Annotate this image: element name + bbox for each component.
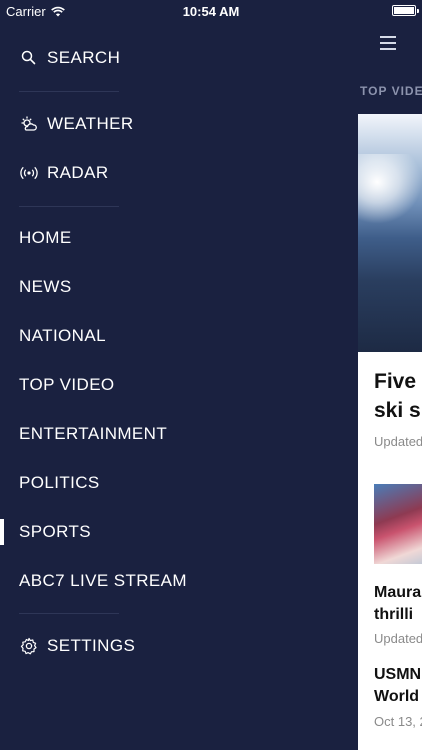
article-headline[interactable]: Five xyxy=(374,368,416,395)
article-meta: Oct 13, 2 xyxy=(374,714,422,729)
tab-top-video[interactable]: TOP VIDE xyxy=(360,84,422,98)
menu-item-label: NATIONAL xyxy=(19,326,106,345)
menu-item-label: SETTINGS xyxy=(47,636,136,655)
menu-item-label: TOP VIDEO xyxy=(19,375,115,394)
menu-divider xyxy=(19,91,119,92)
menu-item-label: SEARCH xyxy=(47,48,121,67)
battery-icon xyxy=(392,5,419,16)
menu-item-weather[interactable]: WEATHER xyxy=(0,104,300,144)
radar-icon xyxy=(20,166,38,180)
hero-image[interactable] xyxy=(358,114,422,352)
menu-item-entertainment[interactable]: ENTERTAINMENT xyxy=(0,414,300,454)
menu-item-label: POLITICS xyxy=(19,473,100,492)
content-header: TOP VIDE xyxy=(358,22,422,114)
article-headline[interactable]: thrilli xyxy=(374,604,413,626)
menu-item-label: WEATHER xyxy=(47,114,134,133)
menu-item-label: RADAR xyxy=(47,163,109,182)
side-menu: SEARCH WEATHER RADAR HOME NEWS NATIONAL xyxy=(0,22,358,750)
menu-item-news[interactable]: NEWS xyxy=(0,267,300,307)
gear-icon xyxy=(20,637,37,655)
menu-item-label: NEWS xyxy=(19,277,72,296)
menu-item-abc7-live-stream[interactable]: ABC7 LIVE STREAM xyxy=(0,561,300,601)
article-meta: Updated xyxy=(374,434,422,449)
menu-item-national[interactable]: NATIONAL xyxy=(0,316,300,356)
menu-item-sports[interactable]: SPORTS xyxy=(0,512,300,552)
weather-icon xyxy=(21,116,37,131)
menu-item-label: ABC7 LIVE STREAM xyxy=(19,571,187,590)
menu-item-home[interactable]: HOME xyxy=(0,218,300,258)
hamburger-icon[interactable] xyxy=(380,36,396,50)
menu-item-settings[interactable]: SETTINGS xyxy=(0,626,300,666)
article-headline[interactable]: ski s xyxy=(374,397,421,424)
menu-item-radar[interactable]: RADAR xyxy=(0,153,300,193)
status-time: 10:54 AM xyxy=(182,4,240,19)
article-headline[interactable]: USMN xyxy=(374,664,421,686)
search-icon xyxy=(21,50,36,65)
menu-item-label: HOME xyxy=(19,228,72,247)
article-meta: Updated xyxy=(374,631,422,646)
main-content-panel: TOP VIDE Five ski s Updated Maura thrill… xyxy=(358,22,422,750)
menu-item-top-video[interactable]: TOP VIDEO xyxy=(0,365,300,405)
article-thumbnail[interactable] xyxy=(374,484,422,564)
menu-item-label: ENTERTAINMENT xyxy=(19,424,168,443)
menu-item-label: SPORTS xyxy=(19,522,91,541)
menu-divider xyxy=(19,613,119,614)
article-headline[interactable]: World xyxy=(374,686,419,708)
menu-item-politics[interactable]: POLITICS xyxy=(0,463,300,503)
hero-snow-texture xyxy=(358,154,422,224)
article-headline[interactable]: Maura xyxy=(374,582,421,604)
status-bar: Carrier 10:54 AM xyxy=(0,0,422,22)
menu-item-search[interactable]: SEARCH xyxy=(0,38,300,78)
menu-divider xyxy=(19,206,119,207)
